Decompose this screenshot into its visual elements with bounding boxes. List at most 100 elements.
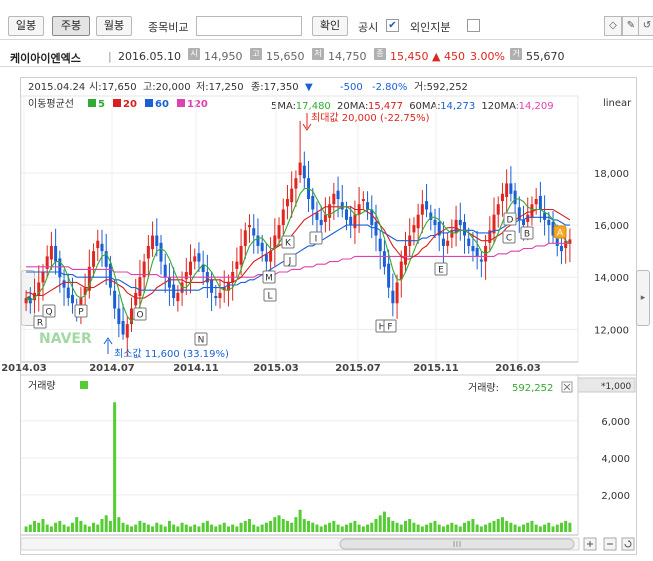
volume-bar <box>361 526 365 532</box>
y-tick-label: 16,000 <box>594 221 629 232</box>
volume-bar <box>285 520 289 532</box>
volume-bar <box>543 524 547 532</box>
volume-bar <box>403 520 407 532</box>
volume-bar <box>243 520 247 532</box>
candle-body <box>543 212 547 220</box>
candle-body <box>49 245 53 260</box>
candle-body <box>403 245 407 265</box>
candle-body <box>463 221 467 236</box>
volume-bar <box>239 522 243 532</box>
volume-bar <box>559 522 563 532</box>
candle-body <box>189 261 193 276</box>
volume-bar <box>33 520 37 532</box>
volume-bar <box>509 522 513 532</box>
candle-body <box>302 165 306 179</box>
ma-readout-value-3: 14,209 <box>519 101 554 112</box>
volume-bar <box>357 524 361 532</box>
candle-body <box>496 204 500 215</box>
volume-bar <box>226 526 230 532</box>
header-high: 고:20,000 <box>143 82 191 93</box>
min-arrow-icon <box>103 337 113 354</box>
candle-body <box>349 216 353 226</box>
volume-bar <box>134 524 138 532</box>
candle-body <box>193 256 197 262</box>
volume-bar <box>555 524 559 532</box>
volume-bar <box>340 526 344 532</box>
volume-bar <box>163 526 167 532</box>
volume-bar <box>28 524 32 532</box>
x-tick-label: 2015.11 <box>413 363 459 374</box>
volume-bar <box>104 515 108 532</box>
ma-readout-label-3: 120MA: <box>481 101 519 112</box>
volume-bar <box>264 522 268 532</box>
volume-bar <box>75 517 79 532</box>
ma-readout-value-0: 17,480 <box>296 101 331 112</box>
volume-bar <box>138 520 142 532</box>
volume-bar <box>336 524 340 532</box>
candle-body <box>366 202 370 210</box>
candle-body <box>433 219 437 226</box>
candle-body <box>70 294 74 304</box>
volume-bar <box>214 526 218 532</box>
max-arrow-icon <box>302 113 312 131</box>
volume-bar <box>176 526 180 532</box>
candle-body <box>264 254 268 262</box>
candle-body <box>332 193 336 205</box>
volume-bar <box>302 519 306 532</box>
volume-tick-label: 4,000 <box>601 454 630 465</box>
candle-body <box>260 242 264 252</box>
volume-bar <box>366 524 370 532</box>
legend-title: 이동평균선 <box>28 98 74 110</box>
volume-bar <box>167 520 171 532</box>
volume-bar <box>488 522 492 532</box>
candle-body <box>113 290 117 309</box>
volume-bar <box>205 520 209 532</box>
volume-bar <box>83 524 87 532</box>
candle-body <box>96 240 100 249</box>
volume-bar <box>100 519 104 532</box>
volume-bar <box>294 517 298 532</box>
candle-body <box>378 238 382 252</box>
event-marker-label: C <box>506 234 512 244</box>
volume-bar <box>189 526 193 532</box>
candle-body <box>167 277 171 288</box>
volume-bar <box>433 520 437 532</box>
candle-body <box>471 245 475 252</box>
candle-body <box>513 190 517 205</box>
legend-label-120: 120 <box>187 99 208 110</box>
stock-chart[interactable]: 2015.04.24 시:17,650 고:20,000 저:17,250 종:… <box>0 0 653 561</box>
volume-bar <box>399 524 403 532</box>
candle-body <box>475 248 479 257</box>
refresh-button[interactable] <box>621 537 635 551</box>
volume-bar <box>159 524 163 532</box>
candle-body <box>416 214 420 229</box>
candle-body <box>277 225 281 239</box>
candle-body <box>387 263 391 288</box>
volume-bar <box>298 509 302 532</box>
candle-body <box>155 235 159 246</box>
volume-bar <box>108 520 112 532</box>
volume-bar <box>463 522 467 532</box>
candle-body <box>239 245 243 265</box>
volume-bar <box>62 524 66 532</box>
event-marker-label: Q <box>45 308 52 318</box>
volume-bar <box>96 524 100 532</box>
candle-body <box>446 240 450 246</box>
header-change: -500 <box>340 82 363 93</box>
candle-body <box>344 209 348 220</box>
candle-body <box>395 282 399 304</box>
volume-bar <box>505 520 509 532</box>
volume-bar <box>218 524 222 532</box>
legend-swatch-60 <box>145 99 153 107</box>
volume-bar <box>54 522 58 532</box>
candle-body <box>285 199 289 207</box>
event-marker-label: F <box>387 323 392 333</box>
candle-body <box>41 272 45 283</box>
volume-tick-label: 2,000 <box>601 491 630 502</box>
volume-bar <box>41 519 45 532</box>
x-tick-label: 2015.07 <box>335 363 381 374</box>
event-marker-label: E <box>438 266 444 276</box>
candle-body <box>361 199 365 202</box>
volume-bar <box>277 515 281 532</box>
candle-body <box>420 204 424 215</box>
